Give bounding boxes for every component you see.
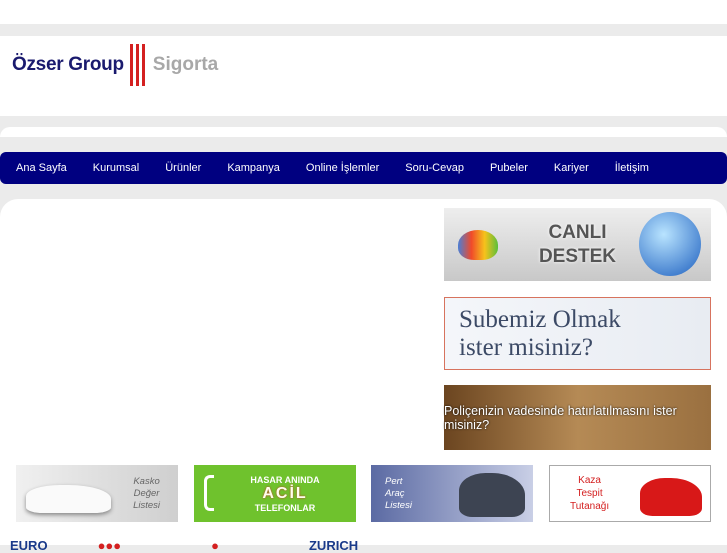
banner-text: CANLI	[548, 221, 607, 243]
butterfly-icon	[458, 230, 498, 260]
tile-text: Değer	[133, 487, 160, 499]
accident-report-tile[interactable]: Kaza Tespit Tutanağı	[549, 465, 711, 522]
divider	[0, 127, 727, 137]
banner-text: Poliçenizin vadesinde hatırlatılmasını i…	[444, 403, 677, 432]
messenger-icon	[639, 212, 701, 276]
nav-iletisim[interactable]: İletişim	[615, 162, 649, 174]
partner-logos: EURO ●●● ● ZURICH	[10, 538, 359, 553]
top-band	[0, 0, 727, 24]
banner-text: DESTEK	[538, 245, 617, 267]
live-support-banner[interactable]: CANLI DESTEK	[444, 208, 711, 281]
tile-text: Kasko	[133, 475, 160, 487]
nav-urunler[interactable]: Ürünler	[165, 162, 201, 174]
tile-text: Listesi	[133, 499, 160, 511]
nav-kurumsal[interactable]: Kurumsal	[93, 162, 139, 174]
emergency-phones-tile[interactable]: HASAR ANINDA ACİL TELEFONLAR	[194, 465, 356, 522]
pert-tile[interactable]: Pert Araç Listesi	[371, 465, 533, 522]
logo-suffix: Sigorta	[152, 54, 219, 75]
tile-text: ACİL	[262, 484, 308, 502]
nav-online-islemler[interactable]: Online İşlemler	[306, 162, 379, 174]
partner-zurich[interactable]: ZURICH	[309, 538, 358, 553]
tile-text: Listesi	[385, 499, 412, 511]
car-icon	[640, 478, 702, 516]
partner-euro[interactable]: EURO	[10, 538, 48, 553]
kasko-tile[interactable]: Kasko Değer Listesi	[16, 465, 178, 522]
policy-reminder-banner[interactable]: Poliçenizin vadesinde hatırlatılmasını i…	[444, 385, 711, 450]
banner-text: ister misiniz?	[459, 333, 593, 361]
tile-text: Pert	[385, 475, 403, 487]
car-icon	[26, 485, 111, 513]
tile-text: Tespit	[576, 488, 603, 499]
site-logo[interactable]: Özser Group Sigorta	[12, 44, 218, 86]
nav-kariyer[interactable]: Kariyer	[554, 162, 589, 174]
tile-text: Kaza	[578, 475, 601, 486]
logo-bars-icon	[129, 44, 145, 86]
banner-text: Subemiz Olmak	[459, 305, 621, 333]
tile-text: Tutanağı	[570, 501, 610, 512]
nav-kampanya[interactable]: Kampanya	[227, 162, 280, 174]
branch-banner[interactable]: Subemiz Olmak ister misiniz?	[444, 297, 711, 370]
wrecked-car-icon	[459, 473, 525, 517]
tile-text: TELEFONLAR	[254, 502, 316, 513]
nav-soru-cevap[interactable]: Soru-Cevap	[405, 162, 464, 174]
main-nav: Ana Sayfa Kurumsal Ürünler Kampanya Onli…	[0, 152, 727, 184]
nav-ana-sayfa[interactable]: Ana Sayfa	[16, 162, 67, 174]
tile-text: Araç	[385, 487, 405, 499]
nav-pubeler[interactable]: Pubeler	[490, 162, 528, 174]
logo-name: Özser Group	[12, 54, 124, 75]
header: Özser Group Sigorta	[0, 36, 727, 116]
phone-icon	[204, 475, 214, 511]
